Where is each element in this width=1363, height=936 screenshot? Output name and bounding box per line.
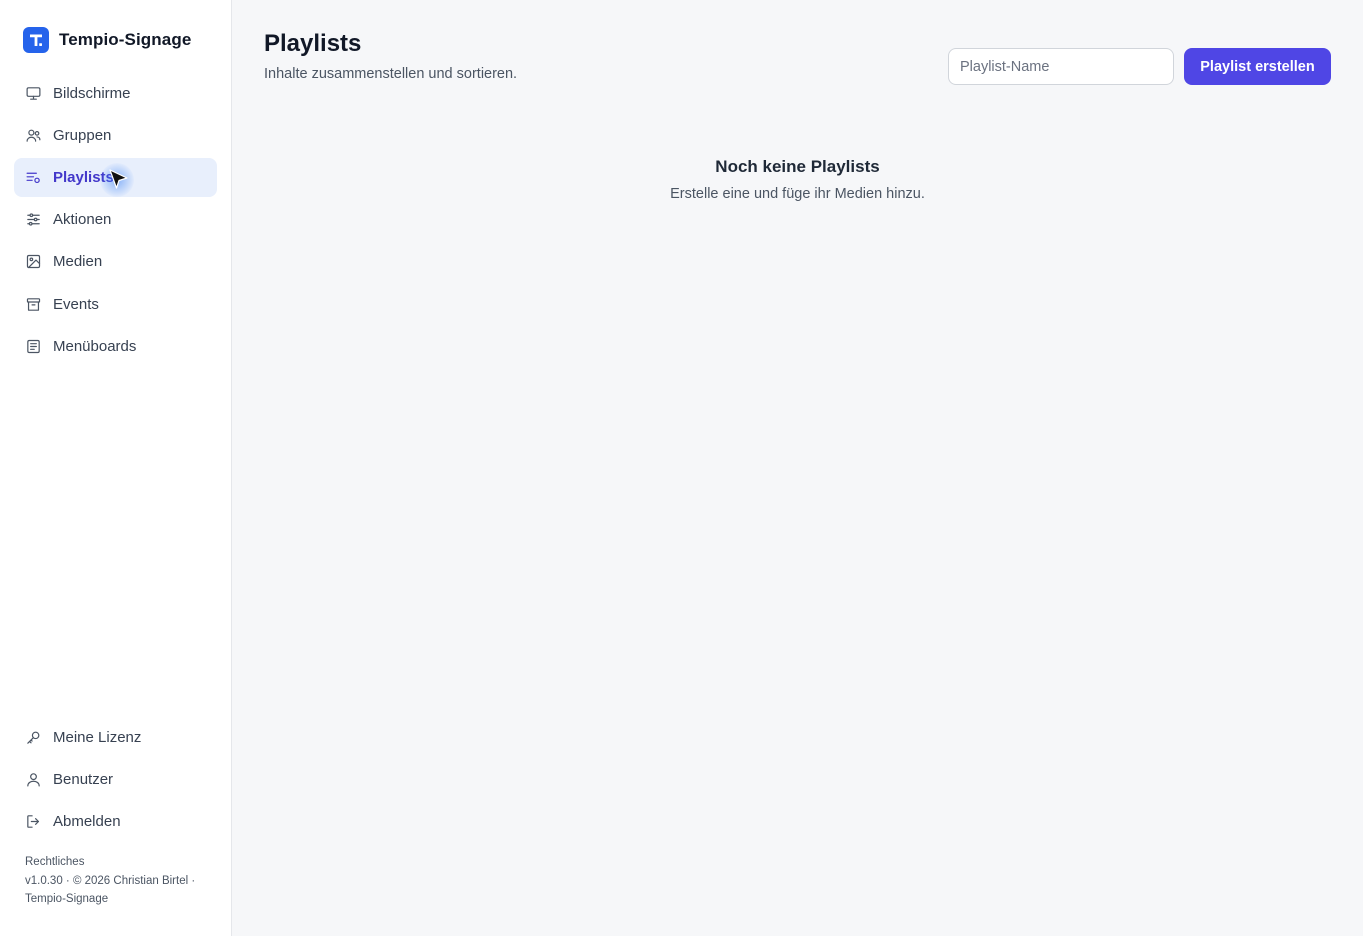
empty-state: Noch keine Playlists Erstelle eine und f… [232, 157, 1363, 202]
sidebar: Tempio-Signage Bildschirme Gruppen Playl… [0, 0, 232, 936]
sidebar-item-meine-lizenz[interactable]: Meine Lizenz [14, 718, 217, 757]
sidebar-item-label: Meine Lizenz [53, 729, 142, 746]
sidebar-item-label: Abmelden [53, 813, 121, 830]
sidebar-item-label: Menüboards [53, 338, 137, 355]
sidebar-item-benutzer[interactable]: Benutzer [14, 760, 217, 799]
sidebar-item-label: Gruppen [53, 127, 112, 144]
sidebar-item-events[interactable]: Events [14, 285, 217, 324]
user-icon [25, 771, 42, 788]
sidebar-footer: Rechtliches v1.0.30 · © 2026 Christian B… [25, 853, 220, 909]
sidebar-item-medien[interactable]: Medien [14, 242, 217, 281]
brand-logo-icon [23, 27, 49, 53]
main-content: Playlists Inhalte zusammenstellen und so… [232, 0, 1363, 936]
sidebar-item-label: Events [53, 296, 99, 313]
create-playlist-button[interactable]: Playlist erstellen [1184, 48, 1331, 85]
users-icon [25, 127, 42, 144]
sidebar-item-label: Benutzer [53, 771, 114, 788]
sidebar-item-label: Medien [53, 253, 103, 270]
sidebar-item-abmelden[interactable]: Abmelden [14, 802, 217, 841]
key-icon [25, 729, 42, 746]
empty-state-title: Noch keine Playlists [715, 157, 880, 176]
logout-icon [25, 813, 42, 830]
product-name: Tempio-Signage [25, 893, 109, 905]
empty-state-text: Erstelle eine und füge ihr Medien hinzu. [670, 186, 925, 202]
monitor-icon [25, 85, 42, 102]
copyright-text: v1.0.30 · © 2026 Christian Birtel · [25, 874, 196, 887]
sidebar-item-aktionen[interactable]: Aktionen [14, 200, 217, 239]
sliders-icon [25, 211, 42, 228]
mouse-cursor-icon [109, 169, 128, 189]
archive-icon [25, 296, 42, 313]
brand[interactable]: Tempio-Signage [23, 27, 191, 53]
legal-link[interactable]: Rechtliches [25, 856, 84, 868]
sidebar-item-bildschirme[interactable]: Bildschirme [14, 74, 217, 113]
playlist-icon [25, 169, 42, 186]
page-title: Playlists [264, 30, 362, 57]
sidebar-item-label: Bildschirme [53, 85, 131, 102]
brand-name: Tempio-Signage [59, 30, 192, 49]
sidebar-item-label: Aktionen [53, 211, 112, 228]
playlist-name-input[interactable] [948, 48, 1174, 85]
sidebar-item-gruppen[interactable]: Gruppen [14, 116, 217, 155]
sidebar-item-menueboards[interactable]: Menüboards [14, 327, 217, 366]
page-subtitle: Inhalte zusammenstellen und sortieren. [264, 66, 518, 82]
image-icon [25, 253, 42, 270]
document-icon [25, 338, 42, 355]
